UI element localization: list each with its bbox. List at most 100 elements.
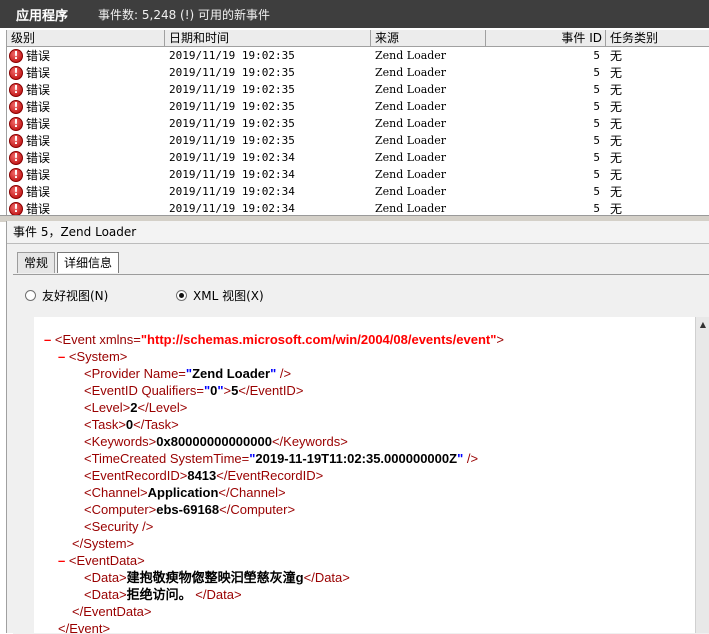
friendly-view-radio[interactable] xyxy=(25,290,36,301)
error-icon: ! xyxy=(9,99,23,114)
cell-event-id: 5 xyxy=(593,100,600,113)
cell-category: 无 xyxy=(610,151,623,165)
cell-level: ! 错误 xyxy=(7,166,165,183)
xml-view-pane[interactable]: – <Event xmlns="http://schemas.microsoft… xyxy=(34,317,702,633)
cell-event-id: 5 xyxy=(593,168,600,181)
cell-category: 无 xyxy=(610,168,623,182)
event-count[interactable]: 事件数: 5,248 (!) 可用的新事件 xyxy=(98,6,270,23)
error-icon: ! xyxy=(9,150,23,165)
collapse-toggle[interactable]: – xyxy=(58,349,65,364)
level-text: 错误 xyxy=(26,202,51,215)
error-icon: ! xyxy=(9,184,23,199)
cell-source: Zend Loader xyxy=(375,49,447,62)
xml-security: <Security /> xyxy=(84,519,154,534)
details-tabs: 常规 详细信息 xyxy=(17,252,121,273)
event-list-header: 级别 日期和时间 来源 事件 ID 任务类别 xyxy=(7,30,709,47)
table-row[interactable]: ! 错误 2019/11/19 19:02:35 Zend Loader 5 无 xyxy=(7,47,709,64)
level-text: 错误 xyxy=(26,168,51,182)
column-datetime[interactable]: 日期和时间 xyxy=(165,30,371,46)
collapse-toggle[interactable]: – xyxy=(44,332,51,347)
error-icon: ! xyxy=(9,116,23,131)
cell-level: ! 错误 xyxy=(7,47,165,64)
cell-event-id: 5 xyxy=(593,134,600,147)
details-title: 事件 5，Zend Loader xyxy=(7,221,709,244)
cell-level: ! 错误 xyxy=(7,132,165,149)
xml-scrollbar[interactable]: ▲ xyxy=(695,317,709,633)
event-rows: ! 错误 2019/11/19 19:02:35 Zend Loader 5 无! 错误 20… xyxy=(7,47,709,215)
table-row[interactable]: ! 错误 2019/11/19 19:02:35 Zend Loader 5 无 xyxy=(7,132,709,149)
column-level[interactable]: 级别 xyxy=(7,30,165,46)
error-icon: ! xyxy=(9,65,23,80)
xml-view-option[interactable]: XML 视图(X) xyxy=(176,287,264,304)
cell-datetime: 2019/11/19 19:02:34 xyxy=(169,168,295,181)
xml-view-radio[interactable] xyxy=(176,290,187,301)
tab-details[interactable]: 详细信息 xyxy=(57,252,120,273)
xml-provider-name: Zend Loader xyxy=(192,366,271,381)
level-text: 错误 xyxy=(26,151,51,165)
friendly-view-option[interactable]: 友好视图(N) xyxy=(25,287,108,304)
cell-event-id: 5 xyxy=(593,49,600,62)
table-row[interactable]: ! 错误 2019/11/19 19:02:35 Zend Loader 5 无 xyxy=(7,98,709,115)
table-row[interactable]: ! 错误 2019/11/19 19:02:35 Zend Loader 5 无 xyxy=(7,64,709,81)
cell-category: 无 xyxy=(610,100,623,114)
xml-level: <Level>2</Level> xyxy=(84,400,188,415)
tab-general[interactable]: 常规 xyxy=(17,252,56,273)
cell-datetime: 2019/11/19 19:02:35 xyxy=(169,117,295,130)
event-list[interactable]: 级别 日期和时间 来源 事件 ID 任务类别 ! 错误 2019/11/19 19:… xyxy=(6,30,709,215)
cell-category: 无 xyxy=(610,49,623,63)
xml-event-close: </Event> xyxy=(58,621,111,633)
column-event-id[interactable]: 事件 ID xyxy=(486,30,606,46)
column-category[interactable]: 任务类别 xyxy=(606,30,709,46)
error-icon: ! xyxy=(9,133,23,148)
cell-datetime: 2019/11/19 19:02:35 xyxy=(169,134,295,147)
cell-category: 无 xyxy=(610,202,623,215)
xml-data-1-value: 建抱敬瘐物偬整映汩塋慈灰潼g xyxy=(126,570,304,585)
xml-data-1: <Data>建抱敬瘐物偬整映汩塋慈灰潼g</Data> xyxy=(84,570,350,585)
xml-system-close: </System> xyxy=(72,536,135,551)
xml-computer: <Computer>ebs-69168</Computer> xyxy=(84,502,296,517)
cell-level: ! 错误 xyxy=(7,81,165,98)
cell-source: Zend Loader xyxy=(375,100,447,113)
error-icon: ! xyxy=(9,201,23,215)
xml-record-id: <EventRecordID>8413</EventRecordID> xyxy=(84,468,324,483)
xml-system-open: – <System> xyxy=(58,349,128,364)
table-row[interactable]: ! 错误 2019/11/19 19:02:34 Zend Loader 5 无 xyxy=(7,183,709,200)
xml-channel-value: Application xyxy=(147,485,219,500)
cell-datetime: 2019/11/19 19:02:35 xyxy=(169,83,295,96)
error-icon: ! xyxy=(9,48,23,63)
table-row[interactable]: ! 错误 2019/11/19 19:02:34 Zend Loader 5 无 xyxy=(7,200,709,215)
cell-source: Zend Loader xyxy=(375,168,447,181)
cell-level: ! 错误 xyxy=(7,183,165,200)
xml-level-value: 2 xyxy=(130,400,138,415)
cell-source: Zend Loader xyxy=(375,202,447,215)
table-row[interactable]: ! 错误 2019/11/19 19:02:35 Zend Loader 5 无 xyxy=(7,115,709,132)
level-text: 错误 xyxy=(26,185,51,199)
level-text: 错误 xyxy=(26,49,51,63)
cell-category: 无 xyxy=(610,66,623,80)
cell-source: Zend Loader xyxy=(375,83,447,96)
table-row[interactable]: ! 错误 2019/11/19 19:02:34 Zend Loader 5 无 xyxy=(7,166,709,183)
collapse-toggle[interactable]: – xyxy=(58,553,65,568)
cell-level: ! 错误 xyxy=(7,149,165,166)
xml-namespace: http://schemas.microsoft.com/win/2004/08… xyxy=(147,332,491,347)
table-row[interactable]: ! 错误 2019/11/19 19:02:34 Zend Loader 5 无 xyxy=(7,149,709,166)
cell-category: 无 xyxy=(610,117,623,131)
error-icon: ! xyxy=(9,82,23,97)
cell-source: Zend Loader xyxy=(375,185,447,198)
cell-category: 无 xyxy=(610,185,623,199)
cell-datetime: 2019/11/19 19:02:35 xyxy=(169,66,295,79)
cell-category: 无 xyxy=(610,83,623,97)
cell-source: Zend Loader xyxy=(375,66,447,79)
cell-level: ! 错误 xyxy=(7,115,165,132)
log-name: 应用程序 xyxy=(16,8,69,24)
cell-category: 无 xyxy=(610,134,623,148)
cell-level: ! 错误 xyxy=(7,200,165,215)
level-text: 错误 xyxy=(26,100,51,114)
cell-event-id: 5 xyxy=(593,151,600,164)
scroll-up-icon[interactable]: ▲ xyxy=(696,317,709,331)
table-row[interactable]: ! 错误 2019/11/19 19:02:35 Zend Loader 5 无 xyxy=(7,81,709,98)
xml-time-created: <TimeCreated SystemTime="2019-11-19T11:0… xyxy=(84,451,479,466)
column-source[interactable]: 来源 xyxy=(371,30,486,46)
cell-source: Zend Loader xyxy=(375,117,447,130)
level-text: 错误 xyxy=(26,83,51,97)
